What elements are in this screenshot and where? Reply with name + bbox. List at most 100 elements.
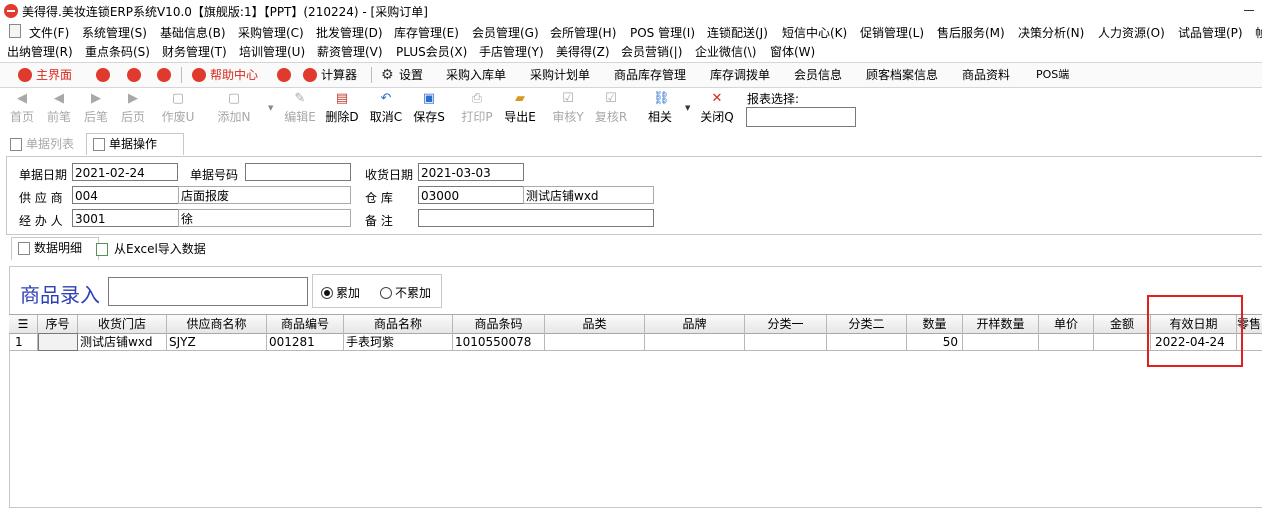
document-number-field[interactable] [245, 163, 351, 181]
col-header-store[interactable]: 收货门店 [78, 315, 167, 333]
menu-aftersales[interactable]: 售后服务(M) [937, 24, 1005, 41]
menu-more[interactable]: 帧 [1255, 24, 1262, 41]
handler-code-field[interactable]: 3001 [72, 209, 179, 227]
col-header-class2[interactable]: 分类二 [827, 315, 907, 333]
delete-button[interactable]: ▤ 删除D [322, 88, 362, 132]
related-button[interactable]: ⛓ 相关 [640, 88, 680, 132]
menu-analysis[interactable]: 决策分析(N) [1018, 24, 1084, 41]
add-button[interactable]: ▢ 添加N [214, 88, 254, 132]
menu-distribution[interactable]: 连锁配送(J) [707, 24, 768, 41]
cell-barcode[interactable]: 1010550078 [453, 333, 545, 351]
warehouse-code-field[interactable]: 03000 [418, 186, 524, 204]
tab-document-operate[interactable]: 单据操作 [86, 133, 184, 155]
related-dropdown-icon[interactable]: ▼ [685, 104, 690, 112]
void-button[interactable]: ▢ 作废U [158, 88, 198, 132]
lock-icon[interactable] [96, 68, 110, 82]
menu-sms[interactable]: 短信中心(K) [782, 24, 847, 41]
cell-sample-qty[interactable] [963, 333, 1039, 351]
report-select[interactable] [746, 107, 856, 127]
quick-link-pos[interactable]: POS端 [1036, 66, 1069, 84]
cell-price[interactable] [1039, 333, 1094, 351]
menu-basic-info[interactable]: 基础信息(B) [160, 24, 226, 41]
print-button[interactable]: ⎙ 打印P [457, 88, 497, 132]
cell-quantity[interactable]: 50 [907, 333, 963, 351]
gift-icon[interactable] [157, 68, 171, 82]
tab-document-list[interactable]: 单据列表 [4, 134, 74, 154]
menu-promotion[interactable]: 促销管理(L) [860, 24, 924, 41]
menu-window[interactable]: 窗体(W) [770, 43, 815, 60]
cell-product-code[interactable]: 001281 [267, 333, 344, 351]
menu-purchase[interactable]: 采购管理(C) [238, 24, 304, 41]
menu-pos[interactable]: POS 管理(I) [630, 24, 695, 41]
col-header-product-name[interactable]: 商品名称 [344, 315, 453, 333]
quick-link-product-info[interactable]: 商品资料 [962, 66, 1010, 84]
cell-supplier[interactable]: SJYZ [167, 333, 267, 351]
cancel-button[interactable]: ↶ 取消C [366, 88, 406, 132]
reaudit-button[interactable]: ☑ 复核R [591, 88, 631, 132]
help-center-button[interactable]: 帮助中心 [192, 66, 258, 84]
col-header-quantity[interactable]: 数量 [907, 315, 963, 333]
cell-seq[interactable] [38, 333, 78, 351]
col-header-sample-qty[interactable]: 开样数量 [963, 315, 1039, 333]
close-button[interactable]: ✕ 关闭Q [697, 88, 737, 132]
chat-icon[interactable] [127, 68, 141, 82]
supplier-code-field[interactable]: 004 [72, 186, 179, 204]
cell-amount[interactable] [1094, 333, 1151, 351]
tab-import-excel[interactable]: 从Excel导入数据 [92, 239, 206, 259]
col-header-price[interactable]: 单价 [1039, 315, 1094, 333]
quick-link-member-info[interactable]: 会员信息 [794, 66, 842, 84]
quick-link-customer-file[interactable]: 顾客档案信息 [866, 66, 938, 84]
last-page-button[interactable]: ▶ 后页 [113, 88, 153, 132]
audit-button[interactable]: ☑ 审核Y [548, 88, 588, 132]
menu-club[interactable]: 会所管理(H) [550, 24, 616, 41]
menu-training[interactable]: 培训管理(U) [239, 43, 305, 60]
cell-product-name[interactable]: 手表珂紫 [344, 333, 453, 351]
menu-wholesale[interactable]: 批发管理(D) [316, 24, 383, 41]
menu-file[interactable]: 文件(F) [29, 24, 69, 41]
menu-barcode[interactable]: 重点条码(S) [85, 43, 150, 60]
calculator-button[interactable]: 计算器 [303, 66, 357, 84]
receive-date-field[interactable]: 2021-03-03 [418, 163, 524, 181]
table-row[interactable]: 1 测试店铺wxd SJYZ 001281 手表珂紫 1010550078 50… [9, 333, 1262, 351]
home-icon[interactable] [277, 68, 291, 82]
settings-button[interactable]: ⚙ 设置 [381, 66, 423, 84]
export-button[interactable]: ▰ 导出E [500, 88, 540, 132]
cell-category[interactable] [545, 333, 645, 351]
minimize-icon[interactable] [1244, 10, 1254, 11]
prev-record-button[interactable]: ◀ 前笔 [39, 88, 79, 132]
menu-inventory[interactable]: 库存管理(E) [394, 24, 459, 41]
quick-link-purchase-inbound[interactable]: 采购入库单 [446, 66, 506, 84]
cell-store[interactable]: 测试店铺wxd [78, 333, 167, 351]
menu-trial[interactable]: 试品管理(P) [1178, 24, 1243, 41]
next-record-button[interactable]: ▶ 后笔 [76, 88, 116, 132]
menu-wechat[interactable]: 企业微信(\) [695, 43, 756, 60]
col-header-barcode[interactable]: 商品条码 [453, 315, 545, 333]
save-button[interactable]: ▣ 保存S [409, 88, 449, 132]
quick-link-stock-manage[interactable]: 商品库存管理 [614, 66, 686, 84]
col-header-class1[interactable]: 分类一 [745, 315, 827, 333]
document-date-field[interactable]: 2021-02-24 [72, 163, 178, 181]
menu-member[interactable]: 会员管理(G) [472, 24, 539, 41]
remark-field[interactable] [418, 209, 654, 227]
menu-plus-member[interactable]: PLUS会员(X) [396, 43, 467, 60]
menu-member-marketing[interactable]: 会员营销(|) [621, 43, 682, 60]
edit-button[interactable]: ✎ 编辑E [280, 88, 320, 132]
col-header-product-code[interactable]: 商品编号 [267, 315, 344, 333]
grid-corner-icon[interactable]: ☰ [9, 315, 38, 333]
col-header-brand[interactable]: 品牌 [645, 315, 745, 333]
quick-link-purchase-plan[interactable]: 采购计划单 [530, 66, 590, 84]
cell-class1[interactable] [745, 333, 827, 351]
radio-cumulative[interactable]: 累加 [321, 284, 360, 301]
cell-class2[interactable] [827, 333, 907, 351]
main-screen-button[interactable]: 主界面 [18, 66, 72, 84]
col-header-seq[interactable]: 序号 [38, 315, 78, 333]
radio-noncumulative[interactable]: 不累加 [380, 284, 431, 301]
quick-link-transfer[interactable]: 库存调拨单 [710, 66, 770, 84]
menu-meidede[interactable]: 美得得(Z) [556, 43, 610, 60]
menu-salary[interactable]: 薪资管理(V) [317, 43, 383, 60]
first-page-button[interactable]: ◀ 首页 [2, 88, 42, 132]
menu-cashier[interactable]: 出纳管理(R) [7, 43, 73, 60]
cell-brand[interactable] [645, 333, 745, 351]
col-header-category[interactable]: 品类 [545, 315, 645, 333]
col-header-amount[interactable]: 金额 [1094, 315, 1151, 333]
